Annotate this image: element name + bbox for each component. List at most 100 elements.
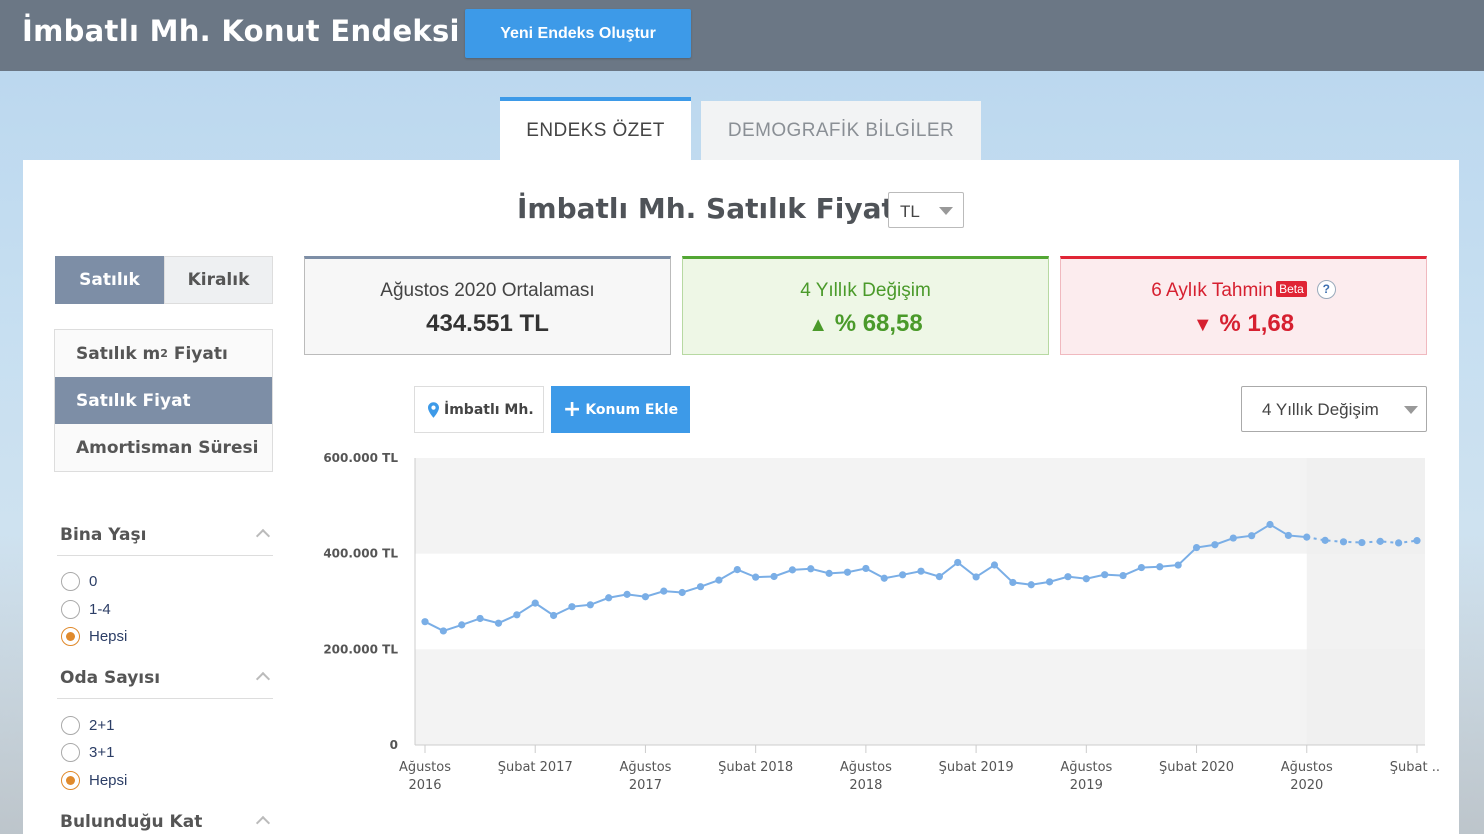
x-tick-label: Şubat 2017 <box>498 760 573 775</box>
tab-demographics[interactable]: DEMOGRAFİK BİLGİLER <box>701 101 981 160</box>
data-point <box>917 567 925 575</box>
radio-icon <box>61 716 80 735</box>
data-point <box>752 573 760 581</box>
data-point <box>880 574 888 582</box>
data-point <box>733 565 741 574</box>
x-tick-label: Şubat 2018 <box>718 760 793 775</box>
data-point <box>513 611 521 619</box>
y-tick-label: 0 <box>390 738 398 752</box>
data-point <box>954 558 962 567</box>
beta-badge: Beta <box>1276 281 1307 297</box>
x-tick-label: Şubat 2020 <box>1159 760 1234 775</box>
data-point <box>843 568 852 576</box>
data-point <box>678 588 686 597</box>
radio-age-all[interactable]: Hepsi <box>61 627 127 646</box>
forecast-point <box>1358 538 1366 547</box>
data-point <box>788 566 796 574</box>
forecast-point <box>1376 537 1384 545</box>
radio-icon <box>61 600 80 619</box>
data-point <box>825 569 833 577</box>
data-point <box>1229 534 1237 542</box>
data-point <box>586 601 594 609</box>
grid-band <box>415 649 1425 745</box>
radio-icon <box>61 572 80 591</box>
metric-item-label: Satılık m <box>76 343 161 364</box>
radio-label: 2+1 <box>89 717 115 734</box>
data-point <box>1192 543 1201 552</box>
page-title: İmbatlı Mh. Satılık Fiyat <box>517 192 895 225</box>
metric-menu: Satılık m2 Fiyatı Satılık Fiyat Amortism… <box>54 329 273 472</box>
y-tick-label: 400.000 TL <box>323 547 398 561</box>
data-point <box>660 587 668 595</box>
metric-item-amortization[interactable]: Amortisman Süresi <box>55 424 272 471</box>
data-point <box>641 593 650 601</box>
add-location-button[interactable]: + Konum Ekle <box>551 386 690 433</box>
metric-item-sale-price[interactable]: Satılık Fiyat <box>55 377 272 424</box>
forecast-region <box>1306 458 1425 745</box>
data-point <box>421 618 429 626</box>
data-point <box>1064 573 1072 581</box>
data-point <box>935 573 943 581</box>
data-point <box>531 599 539 607</box>
radio-room-2-1[interactable]: 2+1 <box>61 716 114 735</box>
currency-value: TL <box>900 202 920 221</box>
data-point <box>1248 532 1256 540</box>
filter-building-age-title: Bina Yaşı <box>60 525 147 545</box>
filter-room-count-title: Oda Sayısı <box>60 668 161 688</box>
data-point <box>1009 578 1017 587</box>
metric-item-m2-price[interactable]: Satılık m2 Fiyatı <box>55 330 272 377</box>
new-index-button[interactable]: Yeni Endeks Oluştur <box>465 9 691 58</box>
data-point <box>862 564 870 573</box>
divider <box>57 698 273 699</box>
help-icon[interactable]: ? <box>1316 280 1336 299</box>
data-point <box>1082 575 1090 583</box>
period-value: 4 Yıllık Değişim <box>1262 400 1379 419</box>
x-tick-label: Şubat 2019 <box>939 760 1014 775</box>
x-tick-label: Şubat ... <box>1390 760 1440 775</box>
superscript: 2 <box>160 347 168 360</box>
data-point <box>1284 531 1292 540</box>
data-point <box>1045 578 1054 586</box>
x-tick-label: Ağustos 2019 <box>1060 760 1112 793</box>
period-select[interactable]: 4 Yıllık Değişim <box>1241 386 1427 432</box>
data-point <box>899 571 907 579</box>
change-label: 4 Yıllık Değişim <box>800 280 931 301</box>
radio-age-1-4[interactable]: 1-4 <box>61 600 111 619</box>
toggle-sale[interactable]: Satılık <box>55 256 164 304</box>
data-point <box>568 603 576 611</box>
data-point <box>623 590 631 598</box>
radio-icon <box>61 743 80 762</box>
data-point <box>1174 561 1182 569</box>
brand-title: İmbatlı Mh. Konut Endeksi <box>22 14 460 48</box>
radio-room-all[interactable]: Hepsi <box>61 771 127 790</box>
map-pin-icon <box>428 401 439 418</box>
location-chip-label: İmbatlı Mh. <box>444 401 534 418</box>
average-card: Ağustos 2020 Ortalaması 434.551 TL <box>304 256 671 355</box>
top-bar: İmbatlı Mh. Konut Endeksi Yeni Endeks Ol… <box>0 0 1484 71</box>
radio-label: Hepsi <box>89 628 128 645</box>
data-point <box>1211 541 1219 549</box>
toggle-rent[interactable]: Kiralık <box>164 256 273 304</box>
divider <box>57 555 273 556</box>
data-point <box>770 572 778 581</box>
data-point <box>476 614 484 623</box>
change-value: % 68,58 <box>834 310 923 337</box>
radio-label: 0 <box>89 573 98 590</box>
x-tick-label: Ağustos 2018 <box>840 760 892 793</box>
y-tick-label: 600.000 TL <box>323 451 398 465</box>
y-tick-label: 200.000 TL <box>323 642 398 656</box>
tab-index-summary[interactable]: ENDEKS ÖZET <box>500 97 691 160</box>
x-tick-label: Ağustos 2017 <box>619 760 671 793</box>
currency-select[interactable]: TL <box>888 192 964 228</box>
average-label: Ağustos 2020 Ortalaması <box>380 280 595 301</box>
data-point <box>439 627 447 635</box>
data-point <box>494 619 503 627</box>
location-chip[interactable]: İmbatlı Mh. <box>414 386 544 433</box>
radio-checked-icon <box>61 771 80 790</box>
chevron-down-icon <box>939 207 953 215</box>
radio-room-3-1[interactable]: 3+1 <box>61 743 114 762</box>
up-arrow-icon: ▲ <box>808 314 829 336</box>
data-point <box>605 594 613 602</box>
radio-checked-icon <box>61 627 80 646</box>
radio-age-0[interactable]: 0 <box>61 572 97 591</box>
